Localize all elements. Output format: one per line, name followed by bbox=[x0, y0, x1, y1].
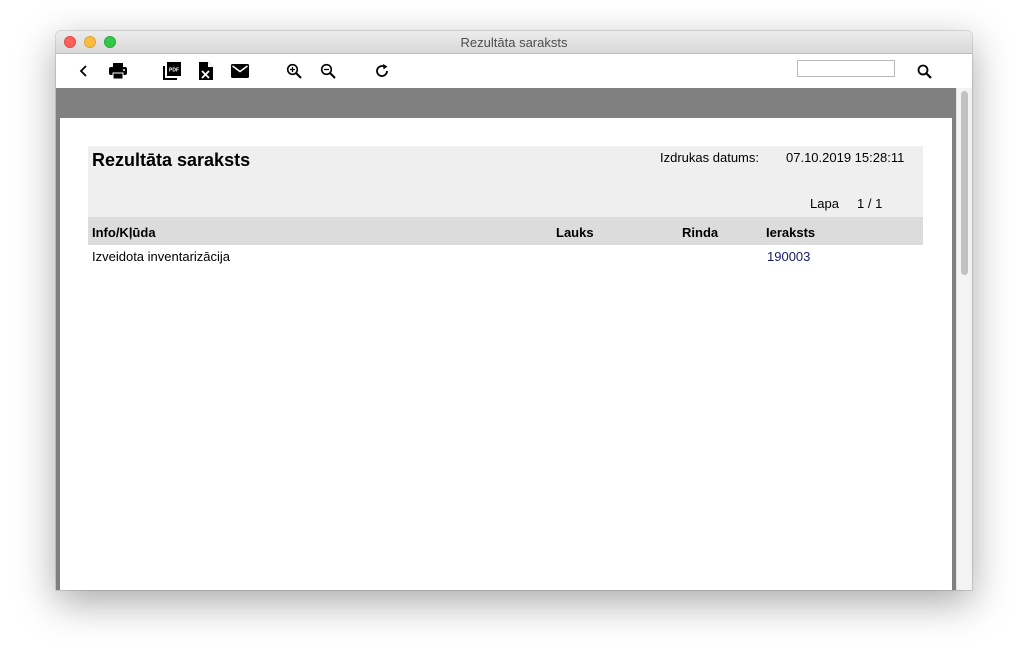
print-date-value: 07.10.2019 15:28:11 bbox=[786, 150, 905, 165]
zoom-in-icon[interactable] bbox=[283, 60, 305, 82]
print-icon[interactable] bbox=[107, 60, 129, 82]
vertical-scrollbar[interactable] bbox=[956, 88, 972, 590]
print-date-label: Izdrukas datums: bbox=[660, 150, 759, 165]
back-icon[interactable] bbox=[73, 60, 95, 82]
column-record-header: Ieraksts bbox=[766, 225, 816, 240]
zoom-out-icon[interactable] bbox=[317, 60, 339, 82]
document-area: Rezultāta saraksts Izdrukas datums: 07.1… bbox=[56, 118, 956, 590]
title-bar: Rezultāta saraksts bbox=[56, 31, 972, 54]
page-value: 1 / 1 bbox=[857, 196, 883, 211]
svg-text:PDF: PDF bbox=[169, 68, 179, 74]
refresh-icon[interactable] bbox=[371, 60, 393, 82]
pdf-icon[interactable]: PDF bbox=[161, 60, 183, 82]
window-title: Rezultāta saraksts bbox=[460, 35, 568, 50]
scrollbar-thumb[interactable] bbox=[961, 91, 968, 275]
toolbar: PDF bbox=[56, 54, 972, 88]
report-page: Rezultāta saraksts Izdrukas datums: 07.1… bbox=[60, 118, 952, 590]
excel-icon[interactable] bbox=[195, 60, 217, 82]
column-row-header: Rinda bbox=[682, 225, 719, 240]
column-info-header: Info/Kļūda bbox=[92, 225, 156, 240]
column-field-header: Lauks bbox=[556, 225, 594, 240]
report-header: Rezultāta saraksts Izdrukas datums: 07.1… bbox=[88, 146, 923, 217]
search-input[interactable] bbox=[797, 60, 895, 77]
row-info-cell: Izveidota inventarizācija bbox=[92, 249, 231, 264]
report-title: Rezultāta saraksts bbox=[92, 150, 251, 170]
table-row: Izveidota inventarizācija 190003 bbox=[88, 245, 923, 267]
row-record-link[interactable]: 190003 bbox=[767, 249, 810, 264]
page-label: Lapa bbox=[810, 196, 839, 211]
app-window: Rezultāta saraksts PDF Rezultāta sarakst… bbox=[56, 31, 972, 590]
mail-icon[interactable] bbox=[229, 60, 251, 82]
table-header: Info/Kļūda Lauks Rinda Ieraksts bbox=[88, 217, 923, 245]
search-icon[interactable] bbox=[913, 60, 935, 82]
gray-band bbox=[56, 88, 956, 118]
